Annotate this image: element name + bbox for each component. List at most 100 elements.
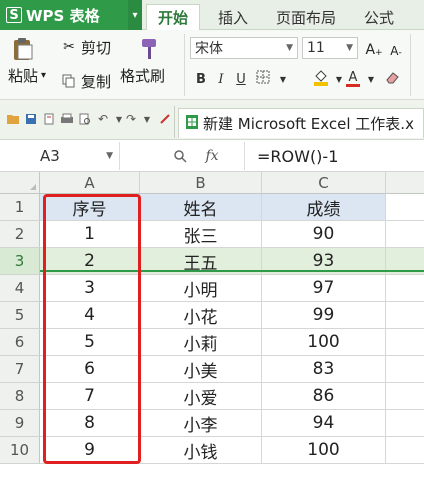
grow-font-button[interactable]: A + xyxy=(364,38,384,58)
wps-logo-icon: S xyxy=(6,7,22,23)
format-painter-icon[interactable] xyxy=(136,36,162,62)
cell-b4[interactable]: 小明 xyxy=(140,275,262,302)
app-menu-button[interactable]: S WPS 表格 xyxy=(0,0,128,30)
italic-icon: I xyxy=(218,71,224,87)
fill-color-button[interactable] xyxy=(312,70,330,88)
column-header-b[interactable]: B xyxy=(140,172,262,194)
cell-reference: A3 xyxy=(40,147,60,165)
cell-b2[interactable]: 张三 xyxy=(140,221,262,248)
cell-c6[interactable]: 100 xyxy=(262,329,386,356)
cell-d10[interactable] xyxy=(386,437,424,464)
row-header-3[interactable]: 3 xyxy=(0,248,40,275)
name-box[interactable]: A3 ▼ xyxy=(0,142,120,170)
paste-caret-icon: ▾ xyxy=(41,69,47,81)
cell-c10[interactable]: 100 xyxy=(262,437,386,464)
undo-icon[interactable]: ↶ xyxy=(96,112,110,126)
row-header-5[interactable]: 5 xyxy=(0,302,40,329)
font-size-select[interactable]: 11 ▼ xyxy=(302,37,358,59)
italic-button[interactable]: I xyxy=(212,70,230,88)
cell-b9[interactable]: 小李 xyxy=(140,410,262,437)
tab-formulas[interactable]: 公式 xyxy=(354,4,404,30)
cell-d8[interactable] xyxy=(386,383,424,410)
font-color-caret-icon[interactable]: ▼ xyxy=(362,70,380,88)
save-icon[interactable] xyxy=(24,112,38,126)
print-icon[interactable] xyxy=(60,112,74,126)
ribbon-divider xyxy=(184,34,185,96)
bold-button[interactable]: B xyxy=(192,70,210,88)
toolbar-divider xyxy=(174,106,175,138)
cell-d2[interactable] xyxy=(386,221,424,248)
cell-b6[interactable]: 小莉 xyxy=(140,329,262,356)
cell-d7[interactable] xyxy=(386,356,424,383)
tab-page-layout[interactable]: 页面布局 xyxy=(266,4,346,30)
grow-font-icon: A xyxy=(365,42,376,58)
column-header-a[interactable]: A xyxy=(40,172,140,194)
underline-button[interactable]: U xyxy=(232,70,250,88)
row-header-1[interactable]: 1 xyxy=(0,194,40,221)
tab-insert[interactable]: 插入 xyxy=(208,4,258,30)
cut-button[interactable]: ✂ 剪切 xyxy=(60,36,111,58)
cell-d9[interactable] xyxy=(386,410,424,437)
row-header-8[interactable]: 8 xyxy=(0,383,40,410)
cut-label: 剪切 xyxy=(81,38,112,57)
borders-caret-icon[interactable]: ▼ xyxy=(274,70,292,88)
redo-caret-icon[interactable]: ▼ xyxy=(140,112,154,126)
shrink-font-button[interactable]: A- xyxy=(386,38,406,58)
open-folder-icon[interactable] xyxy=(6,112,20,126)
column-header-d[interactable] xyxy=(386,172,424,194)
app-menu-caret-icon[interactable]: ▾ xyxy=(128,0,142,30)
cell-c1[interactable]: 成绩 xyxy=(262,194,386,221)
row-header-6[interactable]: 6 xyxy=(0,329,40,356)
zoom-icon[interactable] xyxy=(170,146,190,166)
column-a-highlight-box xyxy=(43,194,141,464)
font-name-select[interactable]: 宋体 ▼ xyxy=(190,37,298,59)
bold-icon: B xyxy=(196,71,206,87)
chevron-down-icon: ▼ xyxy=(346,43,353,53)
font-color-swatch xyxy=(346,83,360,87)
cell-b5[interactable]: 小花 xyxy=(140,302,262,329)
borders-button[interactable] xyxy=(254,70,272,88)
cell-d5[interactable] xyxy=(386,302,424,329)
row-header-4[interactable]: 4 xyxy=(0,275,40,302)
paste-button[interactable]: 粘贴 ▾ xyxy=(8,64,46,86)
row-header-2[interactable]: 2 xyxy=(0,221,40,248)
preview-icon[interactable] xyxy=(78,112,92,126)
spreadsheet-file-icon xyxy=(185,114,199,134)
fx-button[interactable]: fx xyxy=(200,146,224,166)
cell-d4[interactable] xyxy=(386,275,424,302)
pin-icon[interactable] xyxy=(158,112,172,126)
document-tab[interactable]: 新建 Microsoft Excel 工作表.x xyxy=(178,108,424,138)
clear-format-button[interactable] xyxy=(384,70,402,88)
shrink-font-icon: A xyxy=(390,44,399,58)
borders-icon xyxy=(256,70,270,88)
print-preview-icon[interactable] xyxy=(42,112,56,126)
fx-icon: fx xyxy=(205,148,219,164)
cell-d6[interactable] xyxy=(386,329,424,356)
select-all-corner[interactable] xyxy=(0,172,40,194)
cell-b10[interactable]: 小钱 xyxy=(140,437,262,464)
cell-b7[interactable]: 小美 xyxy=(140,356,262,383)
cell-c9[interactable]: 94 xyxy=(262,410,386,437)
font-color-icon: A xyxy=(348,69,358,85)
row-header-7[interactable]: 7 xyxy=(0,356,40,383)
font-color-button[interactable]: A xyxy=(344,70,362,88)
column-header-c[interactable]: C xyxy=(262,172,386,194)
cell-b1[interactable]: 姓名 xyxy=(140,194,262,221)
copy-button[interactable]: 复制 xyxy=(60,70,111,92)
cell-c2[interactable]: 90 xyxy=(262,221,386,248)
cell-d1[interactable] xyxy=(386,194,424,221)
paste-icon[interactable] xyxy=(10,36,38,62)
cell-c5[interactable]: 99 xyxy=(262,302,386,329)
cell-b8[interactable]: 小爱 xyxy=(140,383,262,410)
cell-c8[interactable]: 86 xyxy=(262,383,386,410)
ribbon-divider xyxy=(410,34,411,96)
format-painter-button[interactable]: 格式刷 xyxy=(120,64,165,86)
tab-home[interactable]: 开始 xyxy=(146,4,200,30)
formula-input[interactable]: =ROW()-1 xyxy=(244,142,424,170)
cell-c4[interactable]: 97 xyxy=(262,275,386,302)
redo-icon[interactable]: ↷ xyxy=(124,112,138,126)
row-header-9[interactable]: 9 xyxy=(0,410,40,437)
format-painter-label: 格式刷 xyxy=(120,66,166,85)
row-header-10[interactable]: 10 xyxy=(0,437,40,464)
cell-c7[interactable]: 83 xyxy=(262,356,386,383)
